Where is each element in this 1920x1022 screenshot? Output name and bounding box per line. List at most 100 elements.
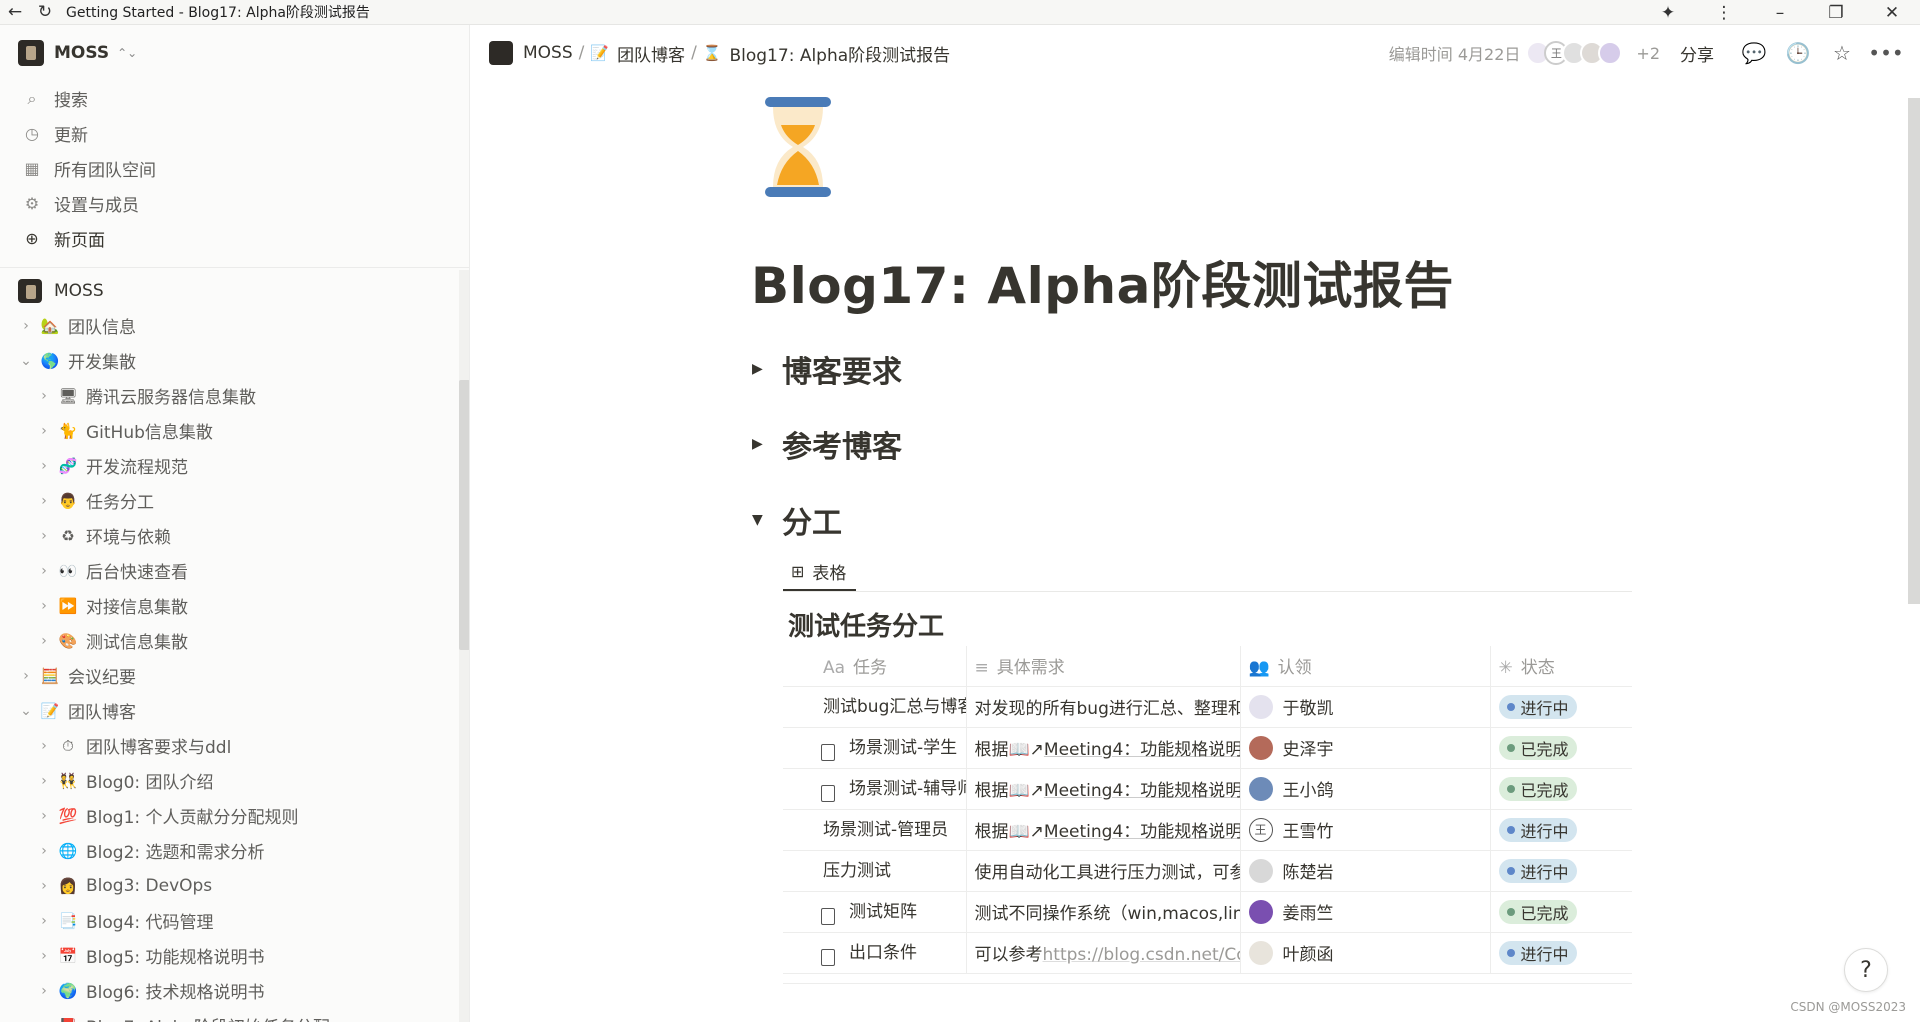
chevron-right-icon[interactable]: ›: [36, 773, 52, 789]
requirement-cell[interactable]: 可以参考https://blog.csdn.net/Code: [966, 932, 1241, 974]
status-cell[interactable]: 进行中: [1490, 686, 1632, 728]
status-cell[interactable]: 进行中: [1490, 850, 1632, 892]
toggle-division-of-labor[interactable]: ▼ 分工: [752, 498, 842, 542]
sidebar-page-item[interactable]: MOSS: [0, 273, 469, 308]
status-cell[interactable]: 已完成: [1490, 891, 1632, 933]
task-cell[interactable]: 场景测试-管理员: [783, 809, 967, 851]
reload-icon[interactable]: ↻: [30, 0, 60, 25]
chevron-down-icon[interactable]: ⌄: [18, 353, 34, 369]
table-row[interactable]: 场景测试-管理员 根据📖↗Meeting4：功能规格说明书王王雪竹 进行中: [783, 809, 1632, 851]
sidebar-page-item[interactable]: › 👩 Blog3: DevOps: [0, 868, 469, 903]
toggle-reference-blogs[interactable]: ▶ 参考博客: [752, 422, 902, 466]
sidebar-nav-item[interactable]: ⌕ 搜索: [0, 81, 469, 116]
person-chip[interactable]: 叶颜函: [1248, 940, 1490, 965]
table-row[interactable]: 场景测试-辅导师 根据📖↗Meeting4：功能规格说明书 王小鸽 已完成: [783, 768, 1632, 810]
chevron-right-icon[interactable]: ›: [36, 493, 52, 509]
person-chip[interactable]: 姜雨竺: [1248, 899, 1490, 924]
database-title[interactable]: 测试任务分工: [788, 606, 944, 643]
back-arrow-icon[interactable]: ←: [0, 0, 30, 25]
close-icon[interactable]: ✕: [1864, 0, 1920, 25]
chevron-right-icon[interactable]: ›: [18, 318, 34, 334]
toggle-arrow-icon[interactable]: ▼: [752, 512, 782, 528]
workspace-switcher[interactable]: MOSS ⌃⌄: [0, 25, 469, 81]
chevron-right-icon[interactable]: ›: [36, 458, 52, 474]
help-button[interactable]: ?: [1844, 948, 1888, 992]
requirement-cell[interactable]: 使用自动化工具进行压力测试，可参考: [966, 850, 1241, 892]
view-tab-table[interactable]: ⊞ 表格: [783, 553, 857, 591]
main-scrollbar[interactable]: [1908, 98, 1920, 604]
column-header-requirement[interactable]: ≡ 具体需求: [966, 646, 1241, 687]
sidebar-page-item[interactable]: › 🌍 Blog6: 技术规格说明书: [0, 973, 469, 1008]
collaborator-avatars[interactable]: 王: [1526, 41, 1623, 65]
sidebar-page-item[interactable]: › 🌐 Blog2: 选题和需求分析: [0, 833, 469, 868]
column-header-assignee[interactable]: 👥 认领: [1240, 646, 1491, 687]
more-vertical-icon[interactable]: ⋮: [1696, 0, 1752, 25]
sidebar-page-item[interactable]: › 🖥 腾讯云服务器信息集散: [0, 378, 469, 413]
sidebar-page-item[interactable]: › 👯 Blog0: 团队介绍: [0, 763, 469, 798]
task-cell[interactable]: 场景测试-学生: [783, 727, 967, 769]
table-row[interactable]: 场景测试-学生 根据📖↗Meeting4：功能规格说明书 史泽宇 已完成: [783, 727, 1632, 769]
sidebar-page-item[interactable]: › 🐈 GitHub信息集散: [0, 413, 469, 448]
chevron-right-icon[interactable]: ›: [36, 528, 52, 544]
chevron-right-icon[interactable]: ›: [36, 633, 52, 649]
chevron-right-icon[interactable]: ›: [36, 423, 52, 439]
sidebar-page-item[interactable]: › 📕 Blog7: Alpha阶段初始任务分配: [0, 1008, 469, 1022]
assignee-cell[interactable]: 王小鸽: [1240, 768, 1491, 810]
sidebar-page-item[interactable]: › 🏡 团队信息: [0, 308, 469, 343]
page-title[interactable]: Blog17: Alpha阶段测试报告: [751, 246, 1454, 318]
column-header-task[interactable]: Aa 任务: [783, 646, 967, 687]
person-chip[interactable]: 于敬凯: [1248, 694, 1490, 719]
chevron-right-icon[interactable]: ›: [36, 598, 52, 614]
status-badge[interactable]: 进行中: [1498, 817, 1577, 842]
sidebar-scrollbar[interactable]: [459, 380, 469, 650]
person-chip[interactable]: 陈楚岩: [1248, 858, 1490, 883]
toggle-arrow-icon[interactable]: ▶: [752, 361, 782, 377]
sidebar-page-item[interactable]: › ♻ 环境与依赖: [0, 518, 469, 553]
task-cell[interactable]: 场景测试-辅导师: [783, 768, 967, 810]
more-horizontal-icon[interactable]: •••: [1864, 41, 1908, 65]
task-cell[interactable]: 测试矩阵: [783, 891, 967, 933]
task-cell[interactable]: 出口条件: [783, 932, 967, 974]
sidebar-page-item[interactable]: › ⏩ 对接信息集散: [0, 588, 469, 623]
sidebar-page-item[interactable]: ⌄ 📝 团队博客: [0, 693, 469, 728]
breadcrumb-item[interactable]: MOSS: [523, 43, 573, 63]
assignee-cell[interactable]: 于敬凯: [1240, 686, 1491, 728]
share-button[interactable]: 分享: [1680, 41, 1714, 66]
comment-icon[interactable]: 💬: [1732, 41, 1776, 65]
sidebar-page-item[interactable]: › 👨 任务分工: [0, 483, 469, 518]
sidebar-page-item[interactable]: › 📅 Blog5: 功能规格说明书: [0, 938, 469, 973]
chevron-right-icon[interactable]: ›: [36, 563, 52, 579]
status-cell[interactable]: 进行中: [1490, 932, 1632, 974]
toggle-blog-requirements[interactable]: ▶ 博客要求: [752, 347, 902, 391]
requirement-cell[interactable]: 根据📖↗Meeting4：功能规格说明书: [966, 809, 1241, 851]
breadcrumb-item[interactable]: 团队博客: [617, 41, 685, 66]
chevron-right-icon[interactable]: ›: [36, 388, 52, 404]
chevron-right-icon[interactable]: ›: [36, 878, 52, 894]
status-cell[interactable]: 已完成: [1490, 727, 1632, 769]
restore-icon[interactable]: ❐: [1808, 0, 1864, 25]
status-badge[interactable]: 进行中: [1498, 858, 1577, 883]
requirement-link[interactable]: https://blog.csdn.net/Code: [1043, 945, 1240, 965]
chevron-right-icon[interactable]: ›: [36, 913, 52, 929]
status-badge[interactable]: 已完成: [1498, 899, 1577, 924]
chevron-down-icon[interactable]: ⌄: [18, 703, 34, 719]
toggle-arrow-icon[interactable]: ▶: [752, 436, 782, 452]
status-badge[interactable]: 已完成: [1498, 735, 1577, 760]
requirement-cell[interactable]: 测试不同操作系统（win,macos,linux: [966, 891, 1241, 933]
table-row[interactable]: 压力测试 使用自动化工具进行压力测试，可参考 陈楚岩 进行中: [783, 850, 1632, 892]
star-icon[interactable]: ☆: [1820, 41, 1864, 65]
status-badge[interactable]: 进行中: [1498, 940, 1577, 965]
person-chip[interactable]: 史泽宇: [1248, 735, 1490, 760]
more-collaborators-count[interactable]: +2: [1636, 44, 1660, 63]
page-mention[interactable]: Meeting4：功能规格说明书: [1044, 822, 1239, 842]
chevron-right-icon[interactable]: ›: [36, 948, 52, 964]
chevron-right-icon[interactable]: ›: [36, 843, 52, 859]
person-chip[interactable]: 王小鸽: [1248, 776, 1490, 801]
history-clock-icon[interactable]: 🕒: [1776, 41, 1820, 65]
sidebar-page-item[interactable]: › 🧬 开发流程规范: [0, 448, 469, 483]
sidebar-nav-item[interactable]: ⊕ 新页面: [0, 221, 469, 256]
sidebar-page-item[interactable]: › 🧮 会议纪要: [0, 658, 469, 693]
status-cell[interactable]: 进行中: [1490, 809, 1632, 851]
assignee-cell[interactable]: 姜雨竺: [1240, 891, 1491, 933]
sidebar-nav-item[interactable]: ▦ 所有团队空间: [0, 151, 469, 186]
